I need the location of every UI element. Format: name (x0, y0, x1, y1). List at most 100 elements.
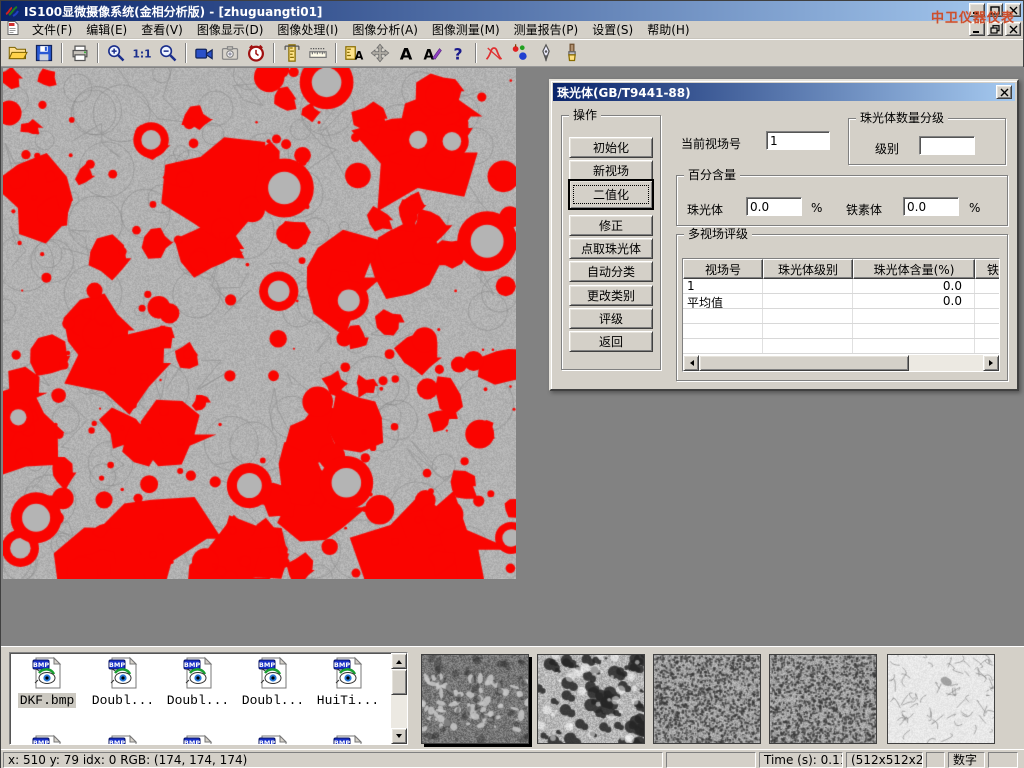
file-item-row2-2[interactable]: BMP (162, 734, 234, 745)
file-item-2[interactable]: BMPDoubl... (162, 656, 234, 708)
scroll-left-icon[interactable] (683, 355, 699, 371)
current-field-input[interactable]: 1 (766, 131, 830, 150)
status-blank-1 (666, 752, 756, 768)
scroll-track[interactable] (909, 355, 983, 371)
rating-table-cell: 平均值 (683, 294, 763, 308)
operation-group: 操作 初始化新视场二值化修正点取珠光体自动分类更改类别评级返回 (561, 115, 661, 370)
file-item-0[interactable]: BMPDKF.bmp (11, 656, 83, 708)
scroll-thumb[interactable] (699, 355, 909, 371)
file-item-4[interactable]: BMPHuiTi... (312, 656, 384, 708)
scroll-thumb[interactable] (391, 669, 407, 695)
rating-table-row[interactable] (683, 339, 999, 354)
metallographic-image[interactable] (3, 68, 516, 579)
bmp-file-icon: BMP (181, 679, 215, 693)
toolbar-separator (273, 43, 275, 63)
op-button-6[interactable]: 更改类别 (569, 285, 653, 306)
zoom-in-icon[interactable] (103, 41, 129, 65)
actual-size-icon[interactable]: 1:1 (129, 41, 155, 65)
op-button-5[interactable]: 自动分类 (569, 261, 653, 282)
op-button-4[interactable]: 点取珠光体 (569, 238, 653, 259)
classify-icon[interactable] (507, 41, 533, 65)
close-button[interactable] (1005, 3, 1021, 17)
op-button-2[interactable]: 二值化 (569, 180, 653, 209)
pen-icon[interactable] (533, 41, 559, 65)
status-bar: x: 510 y: 79 idx: 0 RGB: (174, 174, 174)… (1, 749, 1024, 768)
rating-table-row[interactable]: 平均值 0.0 (683, 294, 999, 309)
menu-item-5[interactable]: 图像分析(A) (345, 22, 425, 38)
open-icon[interactable] (5, 41, 31, 65)
menu-item-8[interactable]: 设置(S) (585, 22, 640, 38)
thumbnail-3[interactable] (769, 654, 877, 744)
caliper-icon[interactable] (279, 41, 305, 65)
op-button-3[interactable]: 修正 (569, 215, 653, 236)
file-item-1[interactable]: BMPDoubl... (87, 656, 159, 708)
rating-table-row[interactable] (683, 324, 999, 339)
file-item-row2-1[interactable]: BMP (87, 734, 159, 745)
file-item-row2-3[interactable]: BMP (237, 734, 309, 745)
op-button-0[interactable]: 初始化 (569, 137, 653, 158)
child-minimize-button[interactable] (969, 22, 985, 36)
measure-text-icon[interactable]: A (341, 41, 367, 65)
thumbnail-2[interactable] (653, 654, 761, 744)
rating-table-cell (763, 279, 853, 293)
svg-text:BMP: BMP (334, 739, 350, 745)
op-button-7[interactable]: 评级 (569, 308, 653, 329)
grade-group-label: 珠光体数量分级 (856, 111, 948, 125)
zoom-out-icon[interactable] (155, 41, 181, 65)
move-tool-icon[interactable] (367, 41, 393, 65)
menu-item-1[interactable]: 编辑(E) (79, 22, 134, 38)
video-camera-icon[interactable] (191, 41, 217, 65)
text-icon[interactable]: A (393, 41, 419, 65)
brush-icon[interactable] (559, 41, 585, 65)
maximize-button[interactable] (987, 3, 1003, 17)
rating-table-row[interactable]: 10.0 (683, 279, 999, 294)
menu-item-2[interactable]: 查看(V) (134, 22, 190, 38)
document-icon[interactable] (5, 20, 21, 39)
thumbnail-4[interactable] (887, 654, 995, 744)
photo-camera-icon[interactable] (217, 41, 243, 65)
svg-text:BMP: BMP (259, 739, 275, 745)
menu-item-6[interactable]: 图像测量(M) (425, 22, 507, 38)
menu-item-3[interactable]: 图像显示(D) (190, 22, 271, 38)
scroll-track[interactable] (391, 695, 407, 728)
scroll-right-icon[interactable] (983, 355, 999, 371)
file-item-row2-0[interactable]: BMP (11, 734, 83, 745)
child-close-button[interactable] (1005, 22, 1021, 36)
minimize-button[interactable] (969, 3, 985, 17)
ruler-icon[interactable] (305, 41, 331, 65)
file-item-row2-4[interactable]: BMP (312, 734, 384, 745)
scroll-down-icon[interactable] (391, 728, 407, 744)
table-horizontal-scrollbar[interactable] (683, 355, 999, 371)
thumbnail-1[interactable] (537, 654, 645, 744)
file-item-3[interactable]: BMPDoubl... (237, 656, 309, 708)
timer-icon[interactable] (243, 41, 269, 65)
scroll-up-icon[interactable] (391, 653, 407, 669)
save-icon[interactable] (31, 41, 57, 65)
file-list-scrollbar[interactable] (391, 653, 407, 744)
help-icon[interactable]: ? (445, 41, 471, 65)
rating-table-row[interactable] (683, 309, 999, 324)
toolbar-separator (61, 43, 63, 63)
annotate-icon[interactable]: A (419, 41, 445, 65)
pearlite-dialog: 珠光体(GB/T9441-88) 操作 初始化新视场二值化修正点取珠光体自动分类… (549, 79, 1019, 391)
rating-table-cell: 0.0 (853, 294, 975, 308)
child-restore-button[interactable] (987, 22, 1003, 36)
bmp-file-icon: BMP (331, 679, 365, 693)
grade-level-input[interactable] (919, 136, 975, 155)
dialog-close-icon[interactable] (996, 85, 1012, 99)
svg-text:A: A (400, 44, 413, 63)
curve-tool-icon[interactable] (481, 41, 507, 65)
menu-item-4[interactable]: 图像处理(I) (270, 22, 345, 38)
menu-item-0[interactable]: 文件(F) (25, 22, 79, 38)
op-button-8[interactable]: 返回 (569, 331, 653, 352)
ferrite-percent-input[interactable]: 0.0 (903, 197, 959, 216)
pearlite-percent-input[interactable]: 0.0 (746, 197, 802, 216)
print-icon[interactable] (67, 41, 93, 65)
op-button-1[interactable]: 新视场 (569, 160, 653, 181)
thumbnail-0[interactable] (421, 654, 529, 744)
title-bar: IS100显微摄像系统(金相分析版) - [zhuguangti01] (1, 1, 1023, 21)
pearlite-percent-unit: % (811, 201, 822, 215)
menu-item-7[interactable]: 测量报告(P) (507, 22, 586, 38)
menu-item-9[interactable]: 帮助(H) (640, 22, 696, 38)
svg-text:BMP: BMP (184, 739, 200, 745)
